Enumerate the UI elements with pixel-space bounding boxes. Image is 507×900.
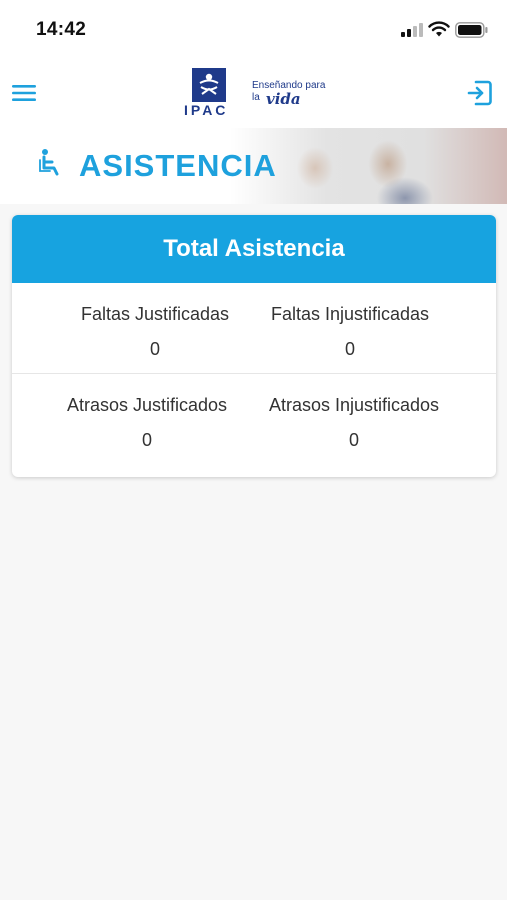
summary-row: Faltas Justificadas 0 Faltas Injustifica… xyxy=(12,283,496,373)
logo-emblem xyxy=(192,68,226,102)
status-time: 14:42 xyxy=(36,19,87,40)
logo-tagline-prefix: la xyxy=(252,92,260,103)
battery-icon xyxy=(455,22,488,38)
app-bar: IPAC Enseñando para la vida xyxy=(0,60,507,128)
cell-label: Atrasos Injustificados xyxy=(268,395,440,415)
logo-name: IPAC xyxy=(184,102,229,118)
status-bar: 14:42 xyxy=(0,0,507,60)
wifi-icon xyxy=(428,21,450,37)
cell-value: 0 xyxy=(141,430,152,450)
logo-emblem-icon xyxy=(199,73,219,95)
summary-row: Atrasos Justificados 0 Atrasos Injustifi… xyxy=(12,373,496,463)
card-header: Total Asistencia xyxy=(12,215,496,283)
logo-tagline-word: vida xyxy=(266,90,301,108)
attendance-summary-card: Total Asistencia Faltas Justificadas 0 F… xyxy=(12,215,496,477)
cell-label: Atrasos Justificados xyxy=(66,395,228,415)
cell-value: 0 xyxy=(348,430,359,450)
accessible-seat-icon xyxy=(39,149,59,176)
section-banner: ASISTENCIA xyxy=(0,128,507,204)
card-title: Total Asistencia xyxy=(163,235,345,262)
cellular-signal-icon xyxy=(401,23,423,37)
cell-value: 0 xyxy=(344,339,355,359)
logout-icon[interactable] xyxy=(466,78,494,108)
cell-label: Faltas Injustificadas xyxy=(270,304,430,324)
page-title: ASISTENCIA xyxy=(79,148,277,183)
hamburger-menu-icon[interactable] xyxy=(10,80,38,106)
ipac-logo: IPAC Enseñando para la vida xyxy=(184,68,334,120)
